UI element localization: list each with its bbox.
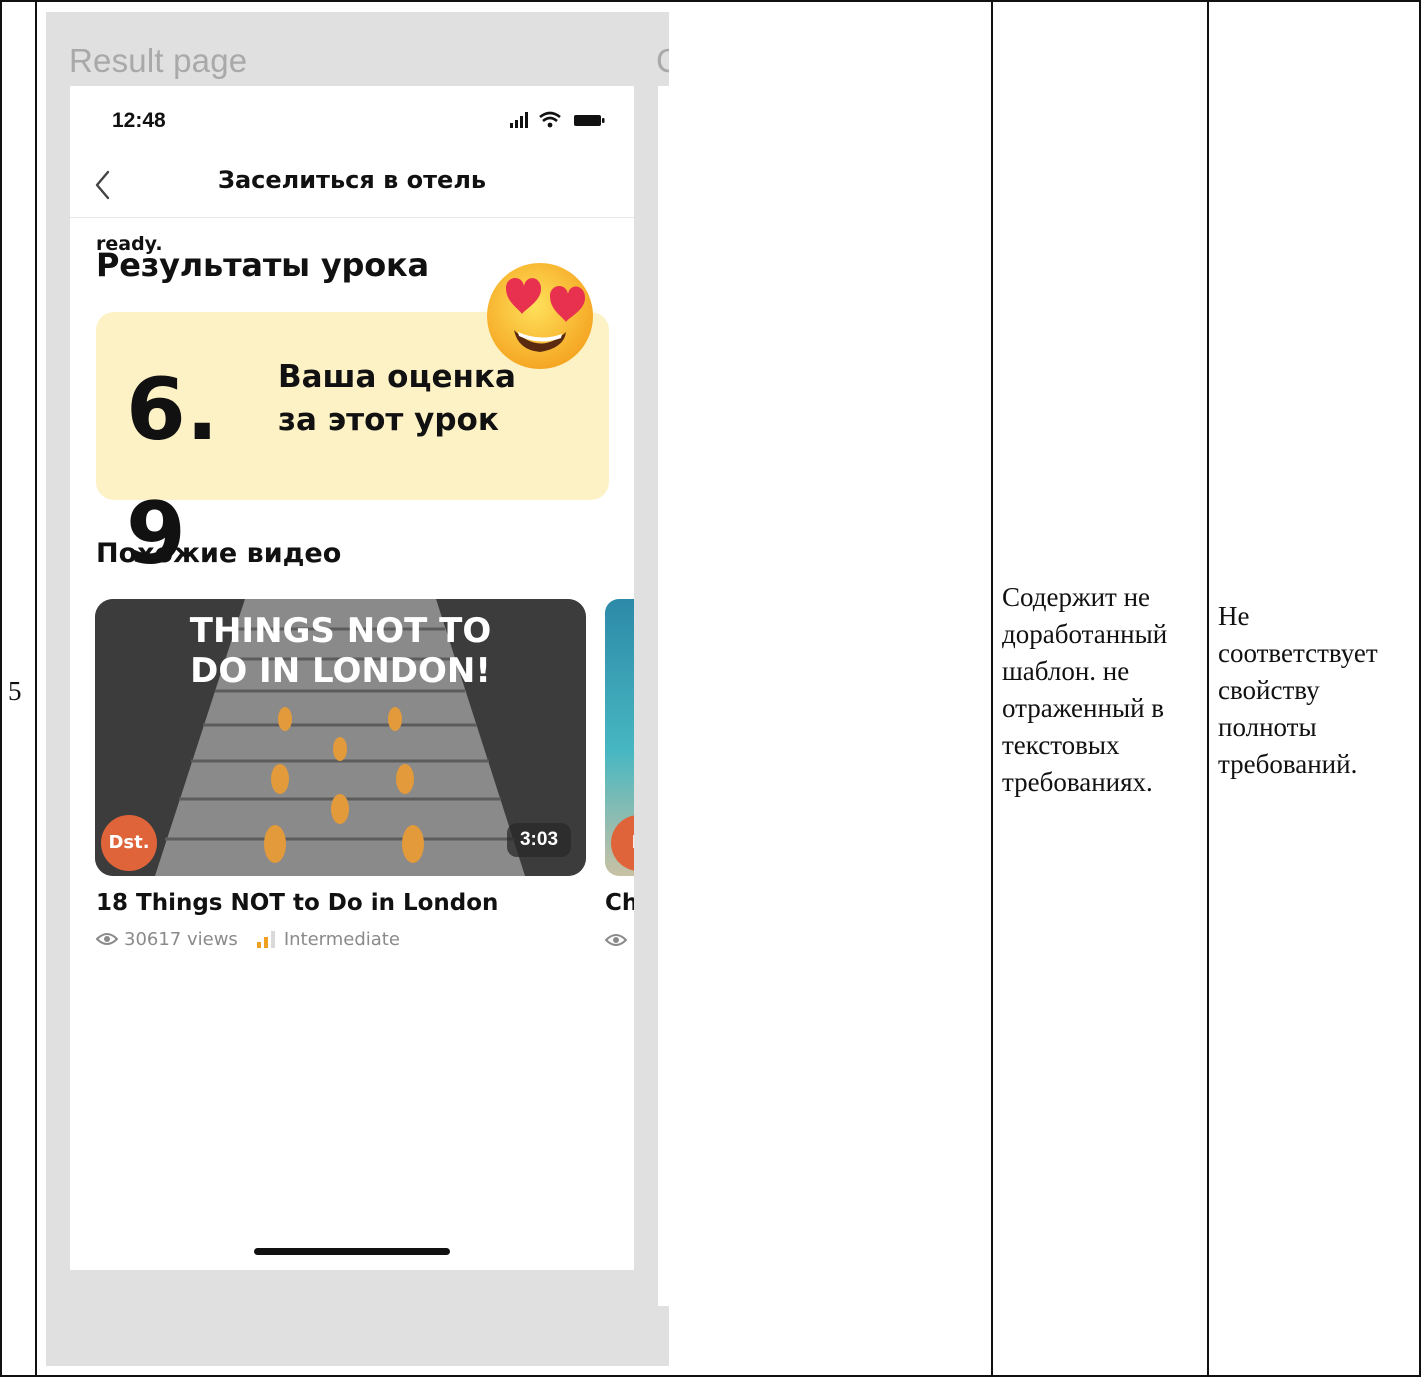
video-title[interactable]: Ch <box>605 890 634 916</box>
verdict-line: полноты <box>1218 712 1317 742</box>
heart-eyes-emoji-icon <box>487 263 593 369</box>
table-border-col1 <box>35 0 37 1377</box>
video-title[interactable]: 18 Things NOT to Do in London <box>96 890 498 916</box>
video-meta: 30617 views Intermediate <box>96 928 400 952</box>
next-frame-label: C <box>656 42 669 79</box>
description-line: доработанный <box>1002 619 1168 649</box>
table-border-col2 <box>991 0 993 1377</box>
status-time: 12:48 <box>112 109 166 132</box>
duration-badge: 3:03 <box>507 823 571 857</box>
description-line: Содержит не <box>1002 582 1151 612</box>
views-count: 30617 views <box>124 928 238 950</box>
verdict-line: соответствует <box>1218 638 1378 668</box>
description-cell: Содержит не доработанный шаблон. не отра… <box>1002 579 1167 801</box>
signal-icon <box>510 112 528 128</box>
description-line: требованиях. <box>1002 767 1153 797</box>
nav-title: Заселиться в отель <box>217 166 487 194</box>
table-border-left <box>0 0 2 1377</box>
description-line: шаблон. не <box>1002 656 1130 686</box>
phone-screen: 12:48 Заселиться в отель ready. Результа… <box>70 86 634 1270</box>
video-card[interactable]: THINGS NOT TO DO IN LONDON! Dst. 3:03 <box>95 599 586 876</box>
frame-label: Result page <box>69 42 248 79</box>
thumbnail-title-line: THINGS NOT TO <box>189 611 492 651</box>
level-bars-icon <box>256 931 275 948</box>
nav-divider <box>70 217 634 218</box>
results-heading: Результаты урока <box>96 246 429 284</box>
channel-badge: Dst. <box>101 815 157 871</box>
verdict-line: требований. <box>1218 749 1358 779</box>
verdict-line: Не <box>1218 601 1250 631</box>
score-label-line: за этот урок <box>278 402 499 438</box>
next-frame-preview <box>658 86 669 1306</box>
thumbnail-title-line: DO IN LONDON! <box>190 651 491 691</box>
row-number: 5 <box>8 676 22 706</box>
table-border-col3 <box>1207 0 1209 1377</box>
description-line: текстовых <box>1002 730 1120 760</box>
eye-icon <box>605 934 627 946</box>
similar-videos-heading: Похожие видео <box>96 538 342 569</box>
description-line: отраженный в <box>1002 693 1165 723</box>
level-label: Intermediate <box>283 928 400 950</box>
thumbnail-title: THINGS NOT TO DO IN LONDON! <box>95 611 586 691</box>
video-card[interactable]: D <box>605 599 634 876</box>
home-indicator[interactable] <box>254 1248 450 1255</box>
status-icons <box>510 111 605 128</box>
wifi-icon <box>539 111 561 128</box>
verdict-line: свойству <box>1218 675 1320 705</box>
battery-icon <box>574 115 605 126</box>
eye-icon <box>96 933 118 945</box>
verdict-cell: Не соответствует свойству полноты требов… <box>1218 598 1378 783</box>
mockup-frame: Result page C 12:48 Заселиться в отель r… <box>46 12 669 1366</box>
